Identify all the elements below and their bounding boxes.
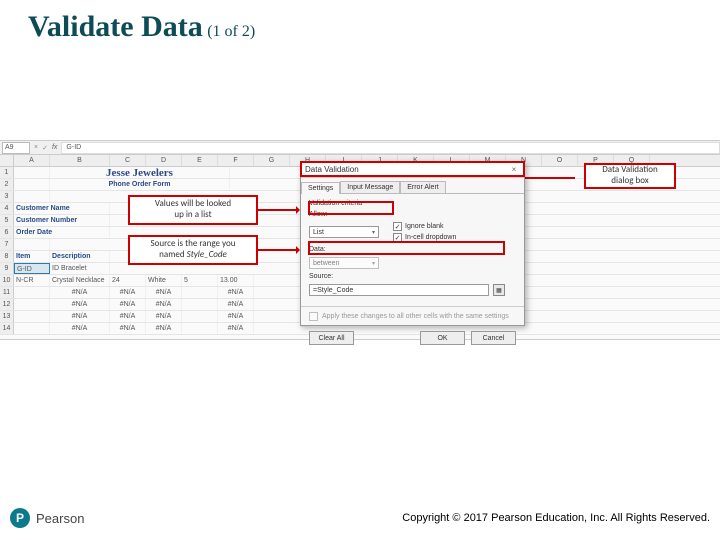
dialog-button-row: Clear All OK Cancel bbox=[301, 326, 524, 349]
formula-bar: A9 × ✓ fx G-ID bbox=[0, 141, 720, 155]
cell[interactable]: Crystal Necklace bbox=[50, 275, 110, 286]
allow-dropdown[interactable]: List ▾ bbox=[309, 226, 379, 238]
data-dropdown: between ▾ bbox=[309, 257, 379, 269]
pearson-logo-text: Pearson bbox=[36, 511, 84, 526]
row-number[interactable]: 2 bbox=[0, 179, 14, 190]
cell[interactable]: White bbox=[146, 275, 182, 286]
col-header[interactable]: F bbox=[218, 155, 254, 166]
cell[interactable]: N-CR bbox=[14, 275, 50, 286]
validation-criteria-label: Validation criteria bbox=[309, 200, 516, 207]
cell[interactable]: 13.00 bbox=[218, 275, 254, 286]
excel-screenshot: A9 × ✓ fx G-ID A B C D E F G H I J K L M… bbox=[0, 140, 720, 340]
name-box[interactable]: A9 bbox=[2, 142, 30, 154]
incell-dropdown-label: In-cell dropdown bbox=[405, 234, 456, 241]
col-header[interactable]: O bbox=[542, 155, 578, 166]
range-selector-icon[interactable]: ▦ bbox=[493, 284, 505, 296]
row-number[interactable]: 7 bbox=[0, 239, 14, 250]
data-validation-dialog: Data Validation × Settings Input Message… bbox=[300, 161, 525, 326]
fx-icon[interactable]: fx bbox=[52, 144, 57, 151]
cell[interactable]: ID Bracelet bbox=[50, 263, 110, 274]
col-header[interactable]: B bbox=[50, 155, 110, 166]
source-input[interactable]: =Style_Code bbox=[309, 284, 489, 296]
arrow-icon bbox=[258, 249, 298, 251]
row-number[interactable]: 3 bbox=[0, 191, 14, 202]
label-order-date[interactable]: Order Date bbox=[14, 227, 110, 238]
callout-dialog-box: Data Validation dialog box bbox=[584, 163, 676, 189]
close-icon[interactable]: × bbox=[508, 164, 520, 176]
cell-na[interactable]: #N/A bbox=[50, 287, 110, 298]
tab-settings[interactable]: Settings bbox=[301, 182, 340, 194]
allow-label: Allow: bbox=[309, 211, 339, 218]
ignore-blank-label: Ignore blank bbox=[405, 223, 444, 230]
formula-input[interactable]: G-ID bbox=[61, 142, 720, 154]
select-all-corner[interactable] bbox=[0, 155, 14, 166]
data-label: Data: bbox=[309, 246, 339, 253]
row-number[interactable]: 9 bbox=[0, 263, 14, 274]
col-header[interactable]: D bbox=[146, 155, 182, 166]
col-header[interactable]: C bbox=[110, 155, 146, 166]
copyright-text: Copyright © 2017 Pearson Education, Inc.… bbox=[402, 512, 710, 524]
cancel-button[interactable]: Cancel bbox=[471, 331, 516, 345]
ok-button[interactable]: OK bbox=[420, 331, 465, 345]
pearson-logo: P Pearson bbox=[10, 508, 84, 528]
arrow-icon bbox=[258, 209, 298, 211]
dialog-title-text: Data Validation bbox=[305, 165, 359, 174]
dialog-tabs: Settings Input Message Error Alert bbox=[301, 178, 524, 194]
apply-changes-checkbox bbox=[309, 312, 318, 321]
row-number[interactable]: 10 bbox=[0, 275, 14, 286]
row-number[interactable]: 14 bbox=[0, 323, 14, 334]
col-header[interactable]: G bbox=[254, 155, 290, 166]
sheet-title[interactable]: Jesse Jewelers bbox=[50, 167, 230, 178]
title-sub: (1 of 2) bbox=[207, 23, 255, 40]
incell-dropdown-checkbox[interactable]: ✓ bbox=[393, 233, 402, 242]
row-number[interactable]: 12 bbox=[0, 299, 14, 310]
title-main: Validate Data bbox=[28, 10, 203, 43]
tab-error-alert[interactable]: Error Alert bbox=[400, 181, 446, 193]
col-header[interactable]: A bbox=[14, 155, 50, 166]
slide-footer: P Pearson Copyright © 2017 Pearson Educa… bbox=[0, 508, 720, 528]
cancel-entry-icon[interactable]: × bbox=[34, 144, 38, 152]
label-customer-number[interactable]: Customer Number bbox=[14, 215, 110, 226]
slide: Validate Data (1 of 2) A9 × ✓ fx G-ID A … bbox=[0, 0, 720, 540]
row-number[interactable]: 11 bbox=[0, 287, 14, 298]
active-cell[interactable]: G-ID bbox=[14, 263, 50, 274]
formula-bar-buttons: × ✓ bbox=[34, 144, 48, 152]
cell[interactable]: 5 bbox=[182, 275, 218, 286]
label-item[interactable]: Item bbox=[14, 251, 50, 262]
apply-changes-row: Apply these changes to all other cells w… bbox=[301, 306, 524, 326]
col-header[interactable]: E bbox=[182, 155, 218, 166]
label-description[interactable]: Description bbox=[50, 251, 110, 262]
row-number[interactable]: 8 bbox=[0, 251, 14, 262]
row-number[interactable]: 6 bbox=[0, 227, 14, 238]
dialog-body: Validation criteria Allow: List ▾ ✓ Igno… bbox=[301, 194, 524, 306]
slide-title: Validate Data (1 of 2) bbox=[28, 10, 255, 44]
row-number[interactable]: 1 bbox=[0, 167, 14, 178]
pearson-logo-mark: P bbox=[10, 508, 30, 528]
tab-input-message[interactable]: Input Message bbox=[340, 181, 400, 193]
label-customer-name[interactable]: Customer Name bbox=[14, 203, 110, 214]
ignore-blank-checkbox[interactable]: ✓ bbox=[393, 222, 402, 231]
clear-all-button[interactable]: Clear All bbox=[309, 331, 354, 345]
cell[interactable]: 24 bbox=[110, 275, 146, 286]
callout-source-range: Source is the range you named Style_Code bbox=[128, 235, 258, 265]
source-label: Source: bbox=[309, 273, 333, 280]
apply-changes-label: Apply these changes to all other cells w… bbox=[322, 313, 509, 320]
dialog-titlebar[interactable]: Data Validation × bbox=[301, 162, 524, 178]
row-number[interactable]: 5 bbox=[0, 215, 14, 226]
accept-entry-icon[interactable]: ✓ bbox=[42, 144, 48, 152]
chevron-down-icon: ▾ bbox=[372, 260, 375, 267]
callout-values-list: Values will be looked up in a list bbox=[128, 195, 258, 225]
row-number[interactable]: 4 bbox=[0, 203, 14, 214]
row-number[interactable]: 13 bbox=[0, 311, 14, 322]
chevron-down-icon: ▾ bbox=[372, 229, 375, 236]
sheet-subtitle[interactable]: Phone Order Form bbox=[50, 179, 230, 190]
